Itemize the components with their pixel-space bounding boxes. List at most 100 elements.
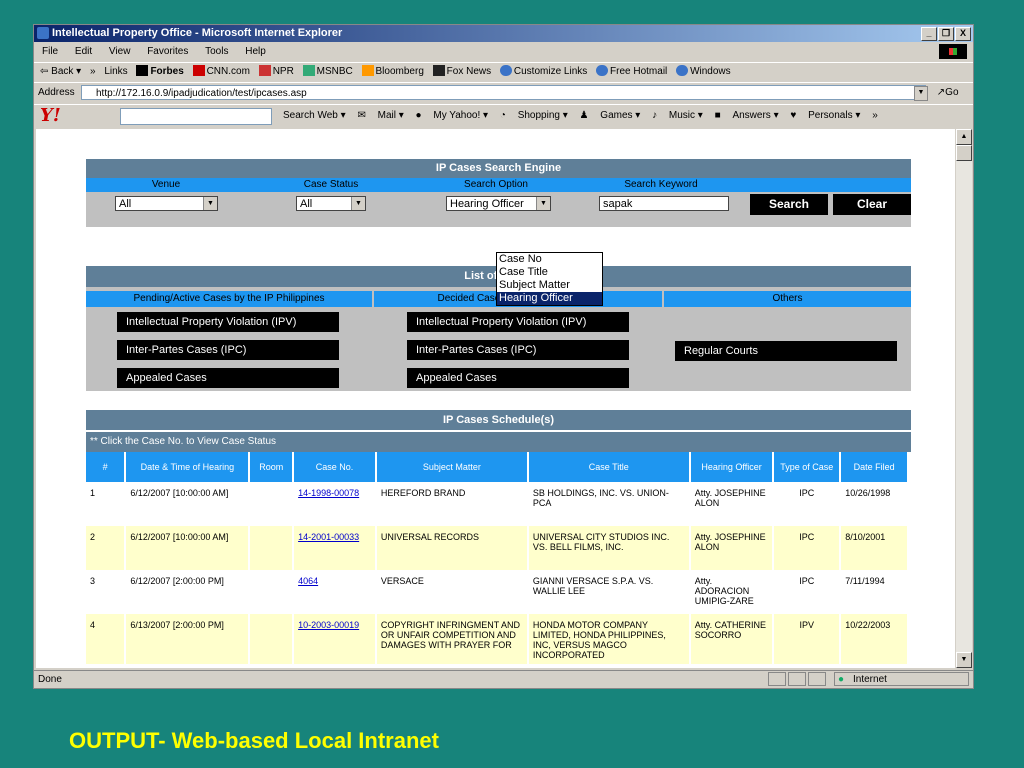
case-no-link[interactable]: 14-1998-00078 [298, 488, 359, 498]
dropdown-option-subject-matter[interactable]: Subject Matter [497, 279, 602, 292]
row-case-title: GIANNI VERSACE S.P.A. VS. WALLIE LEE [532, 576, 654, 596]
yahoo-answers[interactable]: ■ Answers ▾ [715, 110, 779, 121]
row-case-no[interactable]: 14-1998-00078 [294, 482, 375, 526]
link-windows[interactable]: Windows [676, 65, 731, 77]
pending-ipc-button[interactable]: Inter-Partes Cases (IPC) [117, 340, 339, 360]
row-case-no[interactable]: 14-2001-00033 [294, 526, 375, 570]
case-no-link[interactable]: 14-2001-00033 [298, 532, 359, 542]
row-officer: Atty. ADORACION UMIPIG-ZARE [694, 576, 754, 606]
table-row: 2 6/12/2007 [10:00:00 AM] 14-2001-00033 … [86, 526, 907, 570]
dropdown-option-case-title[interactable]: Case Title [497, 266, 602, 279]
row-date-filed: 8/10/2001 [841, 526, 907, 570]
schedule-section: IP Cases Schedule(s) ** Click the Case N… [86, 410, 911, 664]
yahoo-shopping[interactable]: ◔ Shopping ▾ [500, 110, 568, 121]
link-npr[interactable]: NPR [258, 65, 294, 77]
title-bar: Intellectual Property Office - Microsoft… [34, 25, 973, 42]
ie-icon [37, 27, 49, 39]
row-datetime: 6/12/2007 [2:00:00 PM] [130, 576, 224, 586]
bloomberg-icon [361, 65, 374, 76]
menu-favorites[interactable]: Favorites [147, 46, 188, 57]
row-case-title: UNIVERSAL CITY STUDIOS INC. VS. BELL FIL… [528, 526, 689, 570]
vertical-scrollbar[interactable]: ▲ ▼ [956, 129, 972, 668]
address-label: Address [38, 87, 75, 98]
status-segment [808, 672, 826, 686]
case-no-link[interactable]: 10-2003-00019 [298, 620, 359, 630]
scroll-up-icon[interactable]: ▲ [956, 129, 972, 145]
row-datetime: 6/13/2007 [2:00:00 PM] [126, 614, 249, 664]
yahoo-games[interactable]: ♟ Games ▾ [580, 110, 641, 121]
row-num: 2 [86, 526, 125, 570]
pending-appealed-button[interactable]: Appealed Cases [117, 368, 339, 388]
status-bar: Done ● Internet [34, 670, 973, 688]
dropdown-option-case-no[interactable]: Case No [497, 253, 602, 266]
link-bloomberg[interactable]: Bloomberg [361, 65, 424, 77]
decided-ipc-button[interactable]: Inter-Partes Cases (IPC) [407, 340, 629, 360]
status-segment [768, 672, 786, 686]
case-no-link[interactable]: 4064 [298, 576, 318, 586]
row-room [250, 614, 293, 664]
decided-appealed-button[interactable]: Appealed Cases [407, 368, 629, 388]
address-input[interactable]: http://172.16.0.9/ipadjudication/test/ip… [81, 85, 926, 100]
browser-window: Intellectual Property Office - Microsoft… [33, 24, 974, 689]
yahoo-logo[interactable]: Y! [40, 106, 61, 126]
pending-ipv-button[interactable]: Intellectual Property Violation (IPV) [117, 312, 339, 332]
link-msnbc[interactable]: MSNBC [302, 65, 353, 77]
window-title: Intellectual Property Office - Microsoft… [52, 27, 343, 39]
link-customize[interactable]: Customize Links [499, 65, 587, 77]
status-segment [788, 672, 806, 686]
yahoo-mail[interactable]: ✉ Mail ▾ [357, 110, 403, 121]
row-num: 3 [90, 576, 96, 586]
menu-edit[interactable]: Edit [75, 46, 92, 57]
case-status-label: Case Status [303, 179, 359, 190]
row-num: 4 [86, 614, 125, 664]
case-status-select[interactable]: All ▼ [296, 196, 366, 211]
address-dropdown-icon[interactable]: ▼ [914, 86, 928, 101]
scroll-down-icon[interactable]: ▼ [956, 652, 972, 668]
row-type: IPC [799, 488, 815, 498]
back-button[interactable]: ⇦ Back ▾ [40, 66, 81, 77]
menu-file[interactable]: File [42, 46, 58, 57]
menu-tools[interactable]: Tools [205, 46, 228, 57]
decided-ipv-button[interactable]: Intellectual Property Violation (IPV) [407, 312, 629, 332]
link-cnn[interactable]: CNN.com [192, 65, 250, 77]
links-chevron[interactable]: » [90, 66, 96, 77]
search-button[interactable]: Search [750, 194, 828, 215]
row-subject: UNIVERSAL RECORDS [376, 526, 527, 570]
slide-caption: OUTPUT- Web-based Local Intranet [69, 728, 439, 753]
page-content: IP Cases Search Engine Venue Case Status… [36, 129, 955, 668]
clear-button[interactable]: Clear [833, 194, 911, 215]
close-button[interactable]: X [955, 27, 971, 41]
maximize-button[interactable]: ❐ [938, 27, 954, 41]
scroll-thumb[interactable] [956, 145, 972, 161]
yahoo-more-chevron[interactable]: » [872, 110, 878, 121]
search-option-select[interactable]: Hearing Officer ▼ [446, 196, 551, 211]
yahoo-search-input[interactable] [120, 108, 272, 125]
row-type: IPC [774, 526, 840, 570]
yahoo-personals[interactable]: ♥ Personals ▾ [790, 110, 860, 121]
search-engine-title: IP Cases Search Engine [86, 159, 911, 178]
row-case-no[interactable]: 10-2003-00019 [294, 614, 375, 664]
link-foxnews[interactable]: Fox News [432, 65, 491, 77]
link-forbes[interactable]: Forbes [136, 65, 184, 77]
forbes-icon [136, 65, 149, 76]
menu-view[interactable]: View [109, 46, 131, 57]
minimize-button[interactable]: _ [921, 27, 937, 41]
row-date-filed: 10/26/1998 [845, 488, 891, 498]
yahoo-search-web-button[interactable]: Search Web ▾ [274, 110, 346, 121]
link-hotmail[interactable]: Free Hotmail [596, 65, 667, 77]
venue-select[interactable]: All ▼ [115, 196, 218, 211]
row-room [250, 482, 292, 526]
yahoo-myyahoo[interactable]: ● My Yahoo! ▾ [416, 110, 489, 121]
row-case-no[interactable]: 4064 [294, 570, 375, 614]
msnbc-icon [302, 65, 315, 76]
regular-courts-button[interactable]: Regular Courts [675, 341, 897, 361]
yahoo-music[interactable]: ♪ Music ▾ [652, 110, 703, 121]
dropdown-option-hearing-officer[interactable]: Hearing Officer [497, 292, 602, 305]
search-keyword-input[interactable]: sapak [599, 196, 729, 211]
chevron-down-icon: ▼ [351, 197, 365, 210]
go-button[interactable]: ↗Go [934, 83, 959, 103]
link-links[interactable]: Links [104, 66, 127, 77]
menu-help[interactable]: Help [245, 46, 266, 57]
row-type: IPC [799, 576, 815, 586]
schedule-header-row: # Date & Time of Hearing Room Case No. S… [86, 452, 907, 482]
